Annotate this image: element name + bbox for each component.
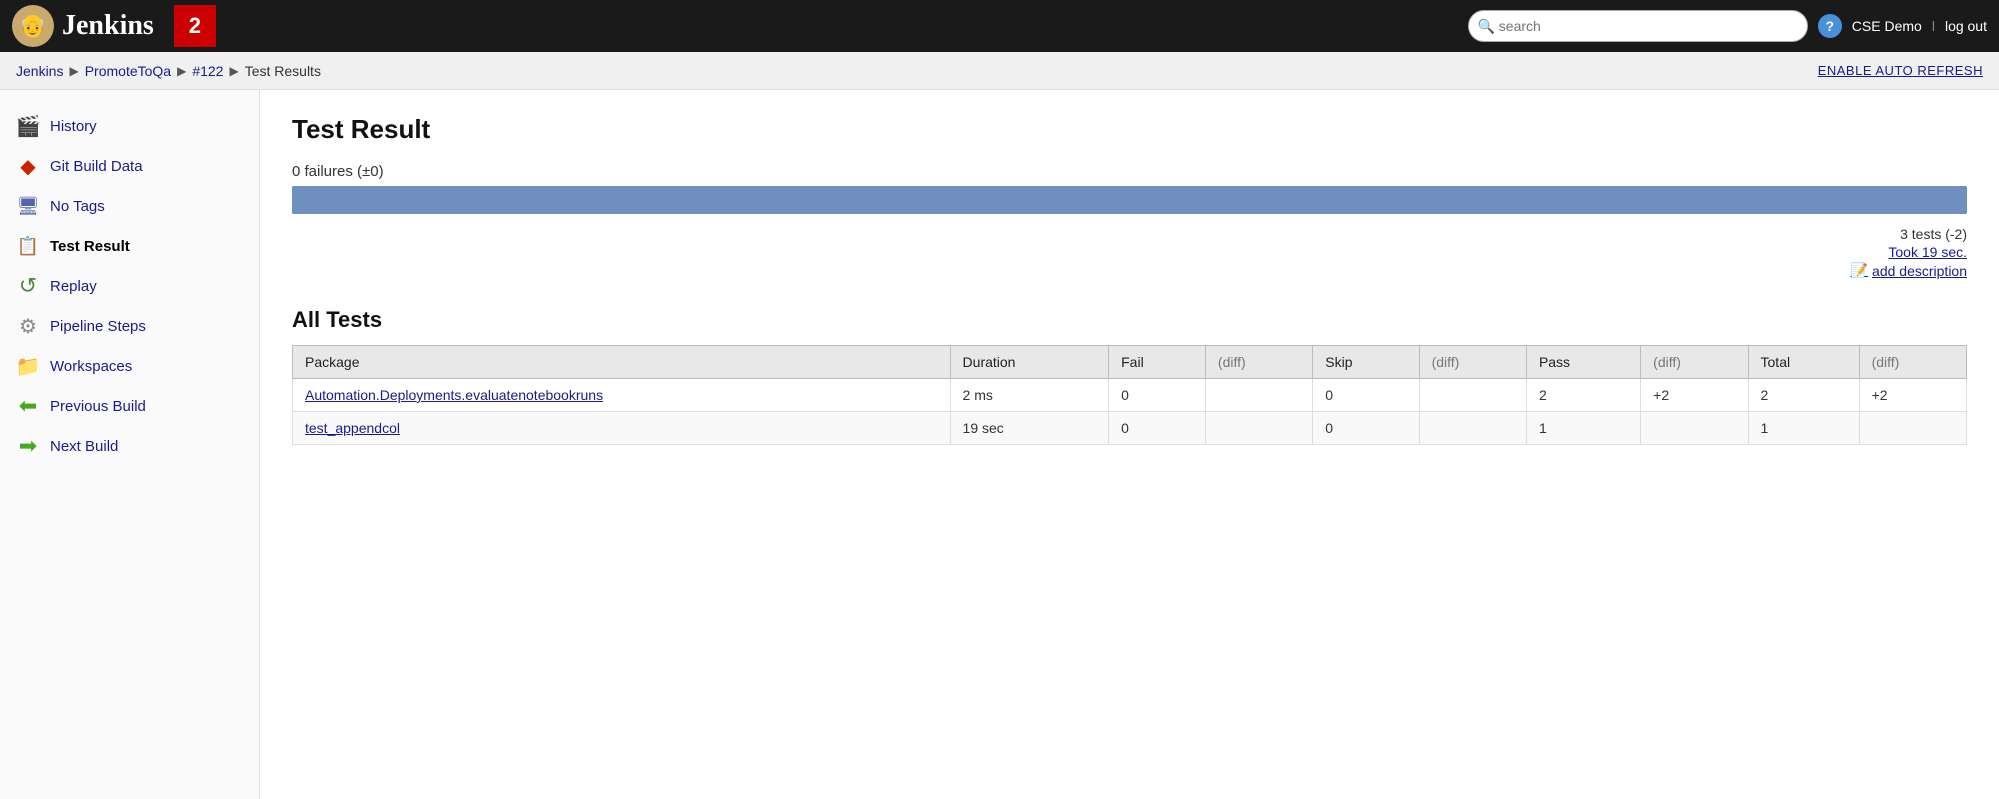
sidebar-label-tags: No Tags <box>50 198 105 215</box>
sidebar-label-workspaces: Workspaces <box>50 358 132 375</box>
package-link-2[interactable]: test_appendcol <box>305 420 400 436</box>
sidebar-item-history[interactable]: 🎬 History <box>0 106 259 146</box>
history-icon: 🎬 <box>16 114 40 138</box>
add-desc-label: add description <box>1872 263 1967 279</box>
package-link-1[interactable]: Automation.Deployments.evaluatenotebookr… <box>305 387 603 403</box>
cell-total-1: 2 <box>1748 379 1859 412</box>
sidebar-item-test-result[interactable]: 📋 Test Result <box>0 226 259 266</box>
cell-skip-1: 0 <box>1313 379 1419 412</box>
col-header-pass: Pass <box>1526 346 1640 379</box>
logo: 👴 Jenkins <box>12 5 154 47</box>
breadcrumb-sep-1: ▶ <box>69 64 78 78</box>
cell-pass-diff-2 <box>1641 412 1748 445</box>
app-title: Jenkins <box>62 10 154 42</box>
breadcrumb-sep-2: ▶ <box>177 64 186 78</box>
cell-package-1: Automation.Deployments.evaluatenotebookr… <box>293 379 951 412</box>
sidebar-label-test-result: Test Result <box>50 238 130 255</box>
sidebar-item-git-build-data[interactable]: ◆ Git Build Data <box>0 146 259 186</box>
sidebar-label-git: Git Build Data <box>50 158 143 175</box>
sidebar-item-pipeline-steps[interactable]: ⚙ Pipeline Steps <box>0 306 259 346</box>
cell-fail-diff-2 <box>1205 412 1312 445</box>
table-row: test_appendcol 19 sec 0 0 1 1 <box>293 412 1967 445</box>
col-header-fail: Fail <box>1109 346 1206 379</box>
col-header-total: Total <box>1748 346 1859 379</box>
replay-icon: ↺ <box>16 274 40 298</box>
help-icon[interactable]: ? <box>1818 14 1842 38</box>
breadcrumb-promotetqa[interactable]: PromoteToQa <box>85 63 171 79</box>
user-name: CSE Demo <box>1852 18 1922 34</box>
all-tests-title: All Tests <box>292 307 1967 333</box>
cell-total-2: 1 <box>1748 412 1859 445</box>
breadcrumb: Jenkins ▶ PromoteToQa ▶ #122 ▶ Test Resu… <box>0 52 1999 90</box>
cell-pass-1: 2 <box>1526 379 1640 412</box>
progress-bar-fill <box>292 186 1967 214</box>
breadcrumb-sep-3: ▶ <box>229 64 238 78</box>
col-header-skip: Skip <box>1313 346 1419 379</box>
cell-duration-2: 19 sec <box>950 412 1109 445</box>
col-header-fail-diff: (diff) <box>1205 346 1312 379</box>
git-icon: ◆ <box>16 154 40 178</box>
took-link[interactable]: Took 19 sec. <box>292 244 1967 260</box>
cell-pass-2: 1 <box>1526 412 1640 445</box>
cell-total-diff-1: +2 <box>1859 379 1966 412</box>
cell-fail-2: 0 <box>1109 412 1206 445</box>
sidebar-label-prev-build: Previous Build <box>50 398 146 415</box>
sidebar-label-history: History <box>50 118 97 135</box>
failures-label: 0 failures (±0) <box>292 163 1967 180</box>
cell-fail-diff-1 <box>1205 379 1312 412</box>
test-result-icon: 📋 <box>16 234 40 258</box>
search-input[interactable] <box>1468 10 1808 42</box>
col-header-skip-diff: (diff) <box>1419 346 1526 379</box>
table-body: Automation.Deployments.evaluatenotebookr… <box>293 379 1967 445</box>
sidebar-item-previous-build[interactable]: ⬅ Previous Build <box>0 386 259 426</box>
main-content: Test Result 0 failures (±0) 3 tests (-2)… <box>260 90 1999 799</box>
cell-package-2: test_appendcol <box>293 412 951 445</box>
sidebar-label-replay: Replay <box>50 278 97 295</box>
search-container: 🔍 ? CSE Demo l log out <box>1468 10 1987 42</box>
sidebar-label-next-build: Next Build <box>50 438 118 455</box>
workspace-icon: 📁 <box>16 354 40 378</box>
jenkins-logo-icon: 👴 <box>12 5 54 47</box>
col-header-total-diff: (diff) <box>1859 346 1966 379</box>
col-header-pass-diff: (diff) <box>1641 346 1748 379</box>
cell-total-diff-2 <box>1859 412 1966 445</box>
cell-skip-diff-1 <box>1419 379 1526 412</box>
tags-icon: 🖥 <box>16 194 40 218</box>
cell-skip-diff-2 <box>1419 412 1526 445</box>
logout-button[interactable]: log out <box>1945 18 1987 34</box>
header: 👴 Jenkins 2 🔍 ? CSE Demo l log out <box>0 0 1999 52</box>
prev-build-icon: ⬅ <box>16 394 40 418</box>
breadcrumb-jenkins[interactable]: Jenkins <box>16 63 63 79</box>
sidebar-item-workspaces[interactable]: 📁 Workspaces <box>0 346 259 386</box>
header-separator: l <box>1932 18 1935 34</box>
notification-badge[interactable]: 2 <box>174 5 216 47</box>
table-row: Automation.Deployments.evaluatenotebookr… <box>293 379 1967 412</box>
cell-pass-diff-1: +2 <box>1641 379 1748 412</box>
breadcrumb-build-number[interactable]: #122 <box>192 63 223 79</box>
sidebar-item-next-build[interactable]: ➡ Next Build <box>0 426 259 466</box>
sidebar-item-no-tags[interactable]: 🖥 No Tags <box>0 186 259 226</box>
add-description-link[interactable]: 📝 add description <box>292 262 1967 279</box>
page-title: Test Result <box>292 114 1967 145</box>
page-layout: 🎬 History ◆ Git Build Data 🖥 No Tags 📋 T… <box>0 90 1999 799</box>
tests-table: Package Duration Fail (diff) Skip (diff)… <box>292 345 1967 445</box>
auto-refresh-link[interactable]: ENABLE AUTO REFRESH <box>1818 63 1983 78</box>
pipeline-icon: ⚙ <box>16 314 40 338</box>
sidebar: 🎬 History ◆ Git Build Data 🖥 No Tags 📋 T… <box>0 90 260 799</box>
sidebar-label-pipeline: Pipeline Steps <box>50 318 146 335</box>
tests-count: 3 tests (-2) <box>292 226 1967 242</box>
cell-fail-1: 0 <box>1109 379 1206 412</box>
cell-duration-1: 2 ms <box>950 379 1109 412</box>
col-header-package: Package <box>293 346 951 379</box>
search-wrapper: 🔍 <box>1468 10 1808 42</box>
next-build-icon: ➡ <box>16 434 40 458</box>
test-progress-bar <box>292 186 1967 214</box>
cell-skip-2: 0 <box>1313 412 1419 445</box>
col-header-duration: Duration <box>950 346 1109 379</box>
sidebar-item-replay[interactable]: ↺ Replay <box>0 266 259 306</box>
test-stats: 3 tests (-2) Took 19 sec. 📝 add descript… <box>292 226 1967 279</box>
table-header: Package Duration Fail (diff) Skip (diff)… <box>293 346 1967 379</box>
breadcrumb-current: Test Results <box>245 63 321 79</box>
pencil-icon: 📝 <box>1851 262 1868 279</box>
